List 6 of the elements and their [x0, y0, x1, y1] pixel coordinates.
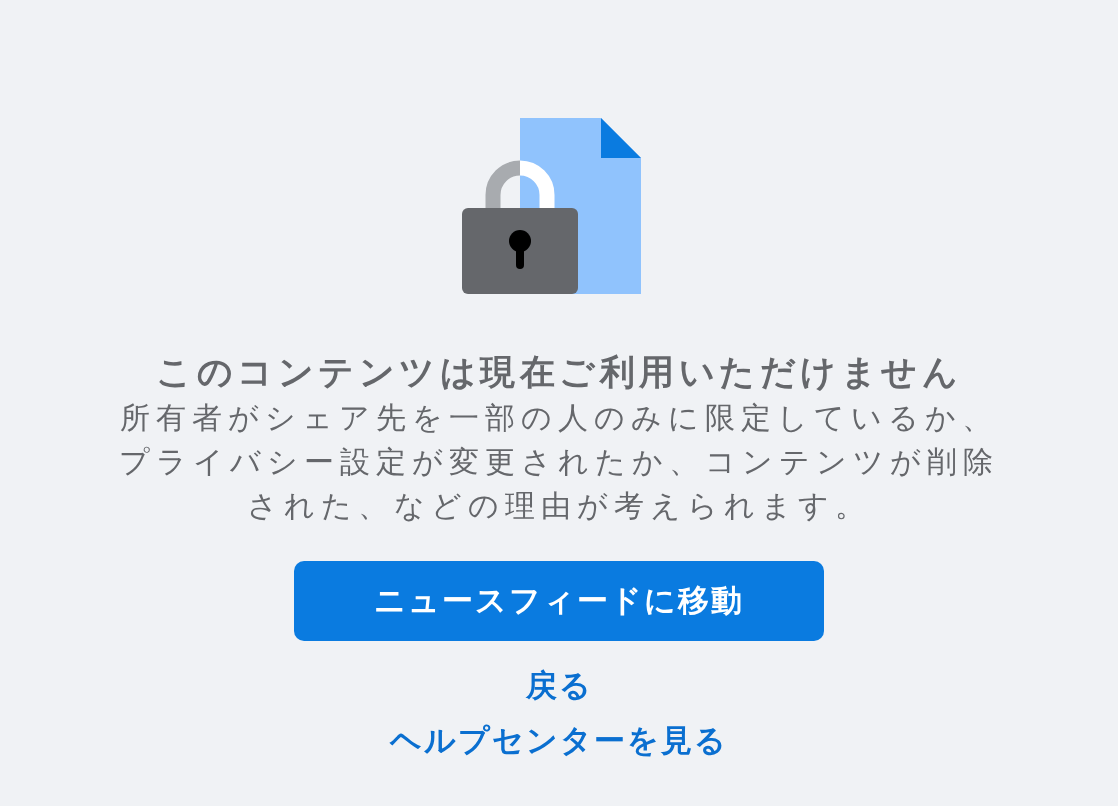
error-title: このコンテンツは現在ご利用いただけません [156, 351, 962, 394]
error-message: 所有者がシェア先を一部の人のみに限定しているか、プライバシー設定が変更されたか、コンテンツが削除された、などの理由が考えられます。 [118, 399, 1000, 525]
locked-document-icon [461, 118, 642, 294]
news-feed-button[interactable]: ニュースフィードに移動 [294, 561, 824, 641]
text-link[interactable]: ヘルプセンターを見る [390, 720, 728, 760]
text-link[interactable]: 戻る [525, 665, 593, 705]
